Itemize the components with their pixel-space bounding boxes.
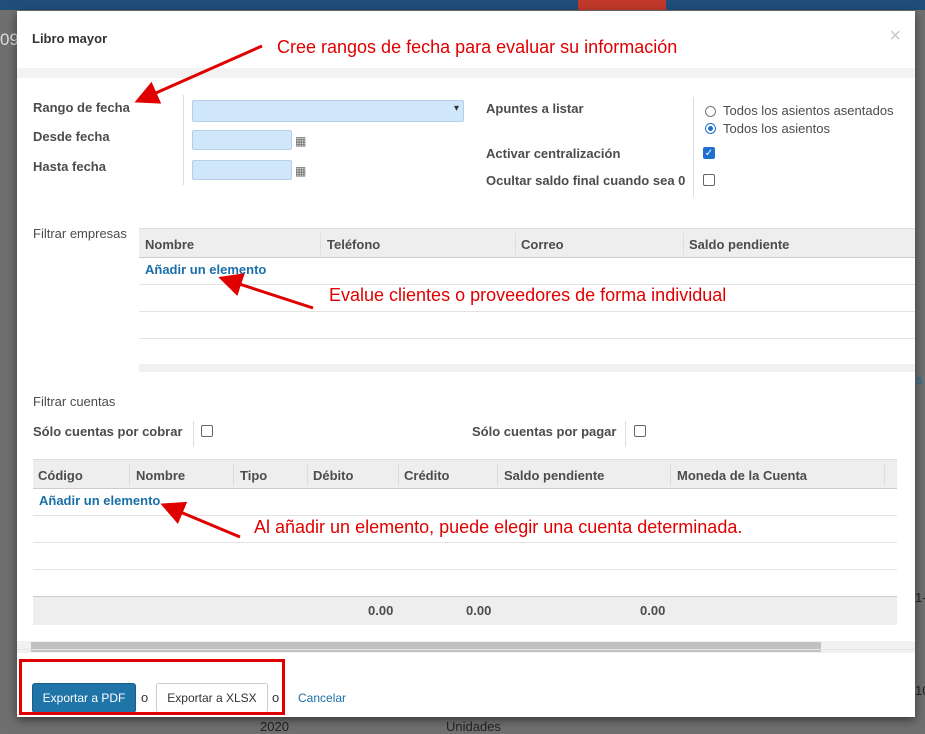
column-header[interactable]: Código [38,468,83,483]
centralize-label: Activar centralización [486,146,621,161]
moves-to-list-label: Apuntes a listar [486,101,584,116]
app-top-nav [0,0,925,10]
active-menu-highlight [578,0,666,10]
receivable-only-checkbox[interactable] [201,425,213,437]
column-divider [683,233,684,255]
column-divider [398,464,399,486]
payable-only-label: Sólo cuentas por pagar [472,424,617,439]
radio-all-entries[interactable] [705,123,716,134]
background-text: 10 [915,683,925,698]
column-separator [693,97,694,197]
background-year: 2020 [260,719,289,734]
column-header[interactable]: Tipo [240,468,267,483]
table-row [33,542,897,543]
calendar-icon[interactable]: ▦ [295,134,306,148]
payable-only-checkbox[interactable] [634,425,646,437]
add-account-link[interactable]: Añadir un elemento [39,493,160,508]
accounts-table-header: Código Nombre Tipo Débito Crédito Saldo … [33,459,897,489]
close-icon[interactable]: × [889,25,901,48]
table-row [139,338,915,339]
column-separator [625,421,626,447]
column-header[interactable]: Nombre [145,237,194,252]
export-buttons-highlight [19,659,285,715]
to-date-label: Hasta fecha [33,159,106,174]
from-date-label: Desde fecha [33,129,110,144]
column-divider [129,464,130,486]
cancel-link[interactable]: Cancelar [298,691,346,705]
to-date-input[interactable] [192,160,292,180]
hide-zero-checkbox[interactable] [703,174,715,186]
chevron-down-icon: ▾ [453,103,459,114]
annotation-partners: Evalue clientes o proveedores de forma i… [329,285,727,305]
column-divider [233,464,234,486]
column-divider [884,464,885,486]
total-debit: 0.00 [368,603,394,618]
background-units: Unidades [446,719,501,734]
calendar-icon[interactable]: ▦ [295,164,306,178]
annotation-accounts: Al añadir un elemento, puede elegir una … [254,517,743,537]
accounts-totals-row: 0.00 0.00 0.00 [33,596,897,625]
table-row [33,569,897,570]
table-row [139,311,915,312]
column-header[interactable]: Nombre [136,468,185,483]
receivable-only-label: Sólo cuentas por cobrar [33,424,183,439]
total-credit: 0.00 [466,603,492,618]
filter-accounts-label: Filtrar cuentas [33,394,116,409]
checkmark-icon: ✓ [704,148,714,159]
filter-partners-label: Filtrar empresas [33,226,127,241]
table-row [33,515,897,516]
column-divider [670,464,671,486]
column-header[interactable]: Débito [313,468,353,483]
date-range-label: Rango de fecha [33,100,130,115]
total-balance: 0.00 [640,603,666,618]
add-partner-link[interactable]: Añadir un elemento [145,262,266,277]
column-header[interactable]: Teléfono [327,237,380,252]
column-divider [320,233,321,255]
column-header[interactable]: Correo [521,237,564,252]
header-band [17,68,915,78]
background-text: s [916,372,923,387]
column-divider [515,233,516,255]
background-text: 1- [915,590,925,605]
dialog-title: Libro mayor [32,31,108,46]
column-separator [193,421,194,447]
centralize-checkbox[interactable]: ✓ [703,147,715,159]
annotation-date-range: Cree rangos de fecha para evaluar su inf… [277,37,678,57]
partners-table-header: Nombre Teléfono Correo Saldo pendiente [139,228,915,258]
partners-table-scrollbar[interactable] [139,364,915,372]
radio-posted-entries[interactable] [705,106,716,117]
hide-zero-balance-label: Ocultar saldo final cuando sea 0 [486,173,686,188]
column-header[interactable]: Moneda de la Cuenta [677,468,807,483]
general-ledger-dialog: Libro mayor × Rango de fecha Desde fecha… [17,11,915,717]
from-date-input[interactable] [192,130,292,150]
column-header[interactable]: Crédito [404,468,450,483]
column-header[interactable]: Saldo pendiente [504,468,604,483]
date-range-select[interactable]: ▾ [192,100,464,122]
radio-all-label: Todos los asientos [723,121,830,136]
column-divider [307,464,308,486]
column-divider [497,464,498,486]
radio-posted-label: Todos los asientos asentados [723,103,894,118]
column-separator [183,95,184,185]
column-header[interactable]: Saldo pendiente [689,237,789,252]
